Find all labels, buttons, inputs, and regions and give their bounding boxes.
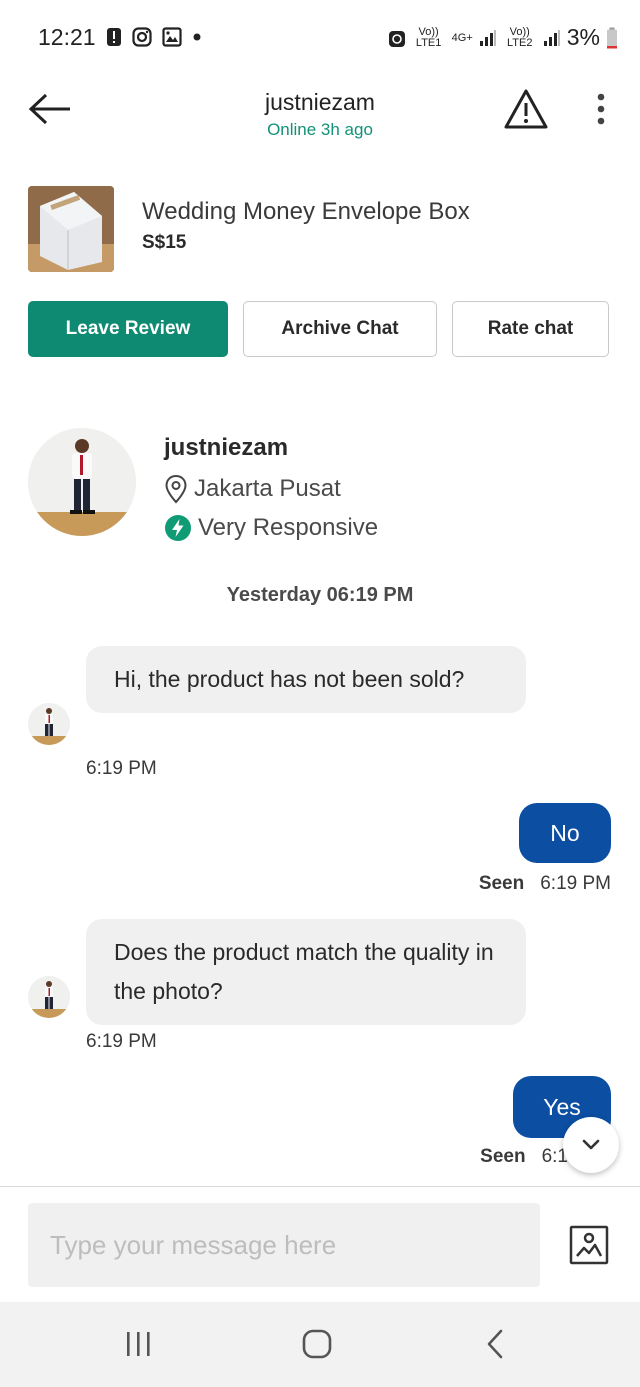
lightning-icon bbox=[165, 515, 191, 541]
seller-responsiveness: Very Responsive bbox=[164, 514, 378, 542]
status-bar: 12:21 Vo)) LTE1 4G+ Vo)) LTE2 3% bbox=[0, 0, 640, 74]
message-status-row: Seen 6:19 PM bbox=[479, 873, 611, 895]
outgoing-message-bubble[interactable]: No bbox=[519, 803, 611, 863]
recent-apps-button[interactable] bbox=[124, 1326, 152, 1362]
gallery-notification-icon bbox=[162, 27, 182, 47]
message-time: 6:19 PM bbox=[86, 758, 157, 779]
signal-icon bbox=[543, 29, 560, 46]
more-vertical-icon bbox=[597, 93, 605, 125]
network-type-label: 4G+ bbox=[451, 31, 473, 44]
chevron-down-icon bbox=[582, 1139, 600, 1150]
seller-name[interactable]: justniezam bbox=[164, 434, 288, 462]
seller-avatar[interactable] bbox=[28, 428, 136, 536]
message-status-row: Seen 6:1 bbox=[480, 1146, 568, 1168]
recent-apps-icon bbox=[127, 1332, 150, 1356]
instagram-icon bbox=[132, 27, 152, 47]
seller-responsiveness-text: Very Responsive bbox=[198, 514, 379, 541]
alert-notification-icon bbox=[107, 28, 121, 46]
image-icon bbox=[569, 1225, 609, 1265]
dot-indicator-icon bbox=[193, 33, 201, 41]
product-thumbnail bbox=[28, 186, 114, 272]
status-time: 12:21 bbox=[38, 24, 96, 50]
scroll-to-bottom-button[interactable] bbox=[563, 1117, 619, 1173]
product-card[interactable]: Wedding Money Envelope Box S$15 bbox=[28, 186, 618, 272]
seen-label: Seen bbox=[480, 1146, 526, 1167]
chevron-left-icon bbox=[487, 1329, 503, 1359]
battery-percent: 3% bbox=[566, 24, 600, 50]
incoming-message-bubble[interactable]: Hi, the product has not been sold? bbox=[86, 646, 526, 713]
chat-header: justniezam Online 3h ago bbox=[0, 74, 640, 154]
location-pin-icon bbox=[165, 474, 187, 504]
attach-image-button[interactable] bbox=[569, 1225, 609, 1265]
system-navigation-bar bbox=[0, 1302, 640, 1387]
sender-avatar bbox=[28, 976, 70, 1018]
message-composer bbox=[0, 1186, 640, 1302]
system-status-icons: Vo)) LTE1 4G+ Vo)) LTE2 3% bbox=[388, 24, 618, 51]
more-options-button[interactable] bbox=[590, 92, 612, 126]
sim2-label: Vo)) LTE2 bbox=[507, 25, 533, 49]
battery-icon bbox=[607, 27, 617, 48]
message-time: 6:19 PM bbox=[540, 873, 611, 894]
chat-actions: Leave Review Archive Chat Rate chat bbox=[28, 301, 610, 357]
seller-location-text: Jakarta Pusat bbox=[194, 475, 341, 502]
incoming-message-bubble[interactable]: Does the product match the quality in th… bbox=[86, 919, 526, 1025]
signal-icon bbox=[479, 29, 496, 46]
archive-chat-button[interactable]: Archive Chat bbox=[243, 301, 437, 357]
sender-avatar bbox=[28, 703, 70, 745]
home-icon bbox=[302, 1329, 332, 1359]
leave-review-button[interactable]: Leave Review bbox=[28, 301, 228, 357]
message-input[interactable] bbox=[28, 1203, 540, 1287]
seller-location: Jakarta Pusat bbox=[164, 474, 341, 504]
seller-card: justniezam Jakarta Pusat Very Responsive bbox=[28, 428, 618, 542]
home-button[interactable] bbox=[301, 1326, 333, 1362]
date-separator: Yesterday 06:19 PM bbox=[226, 584, 414, 606]
sim1-label: Vo)) LTE1 bbox=[415, 25, 442, 49]
back-nav-button[interactable] bbox=[484, 1326, 508, 1362]
rate-chat-button[interactable]: Rate chat bbox=[452, 301, 609, 357]
warning-triangle-icon bbox=[504, 89, 548, 129]
report-button[interactable] bbox=[503, 88, 549, 130]
recycle-icon bbox=[388, 30, 405, 47]
product-title: Wedding Money Envelope Box bbox=[142, 198, 470, 225]
notification-icons bbox=[106, 27, 202, 47]
message-time: 6:19 PM bbox=[86, 1031, 157, 1052]
seen-label: Seen bbox=[478, 873, 525, 894]
product-price: S$15 bbox=[142, 232, 187, 253]
